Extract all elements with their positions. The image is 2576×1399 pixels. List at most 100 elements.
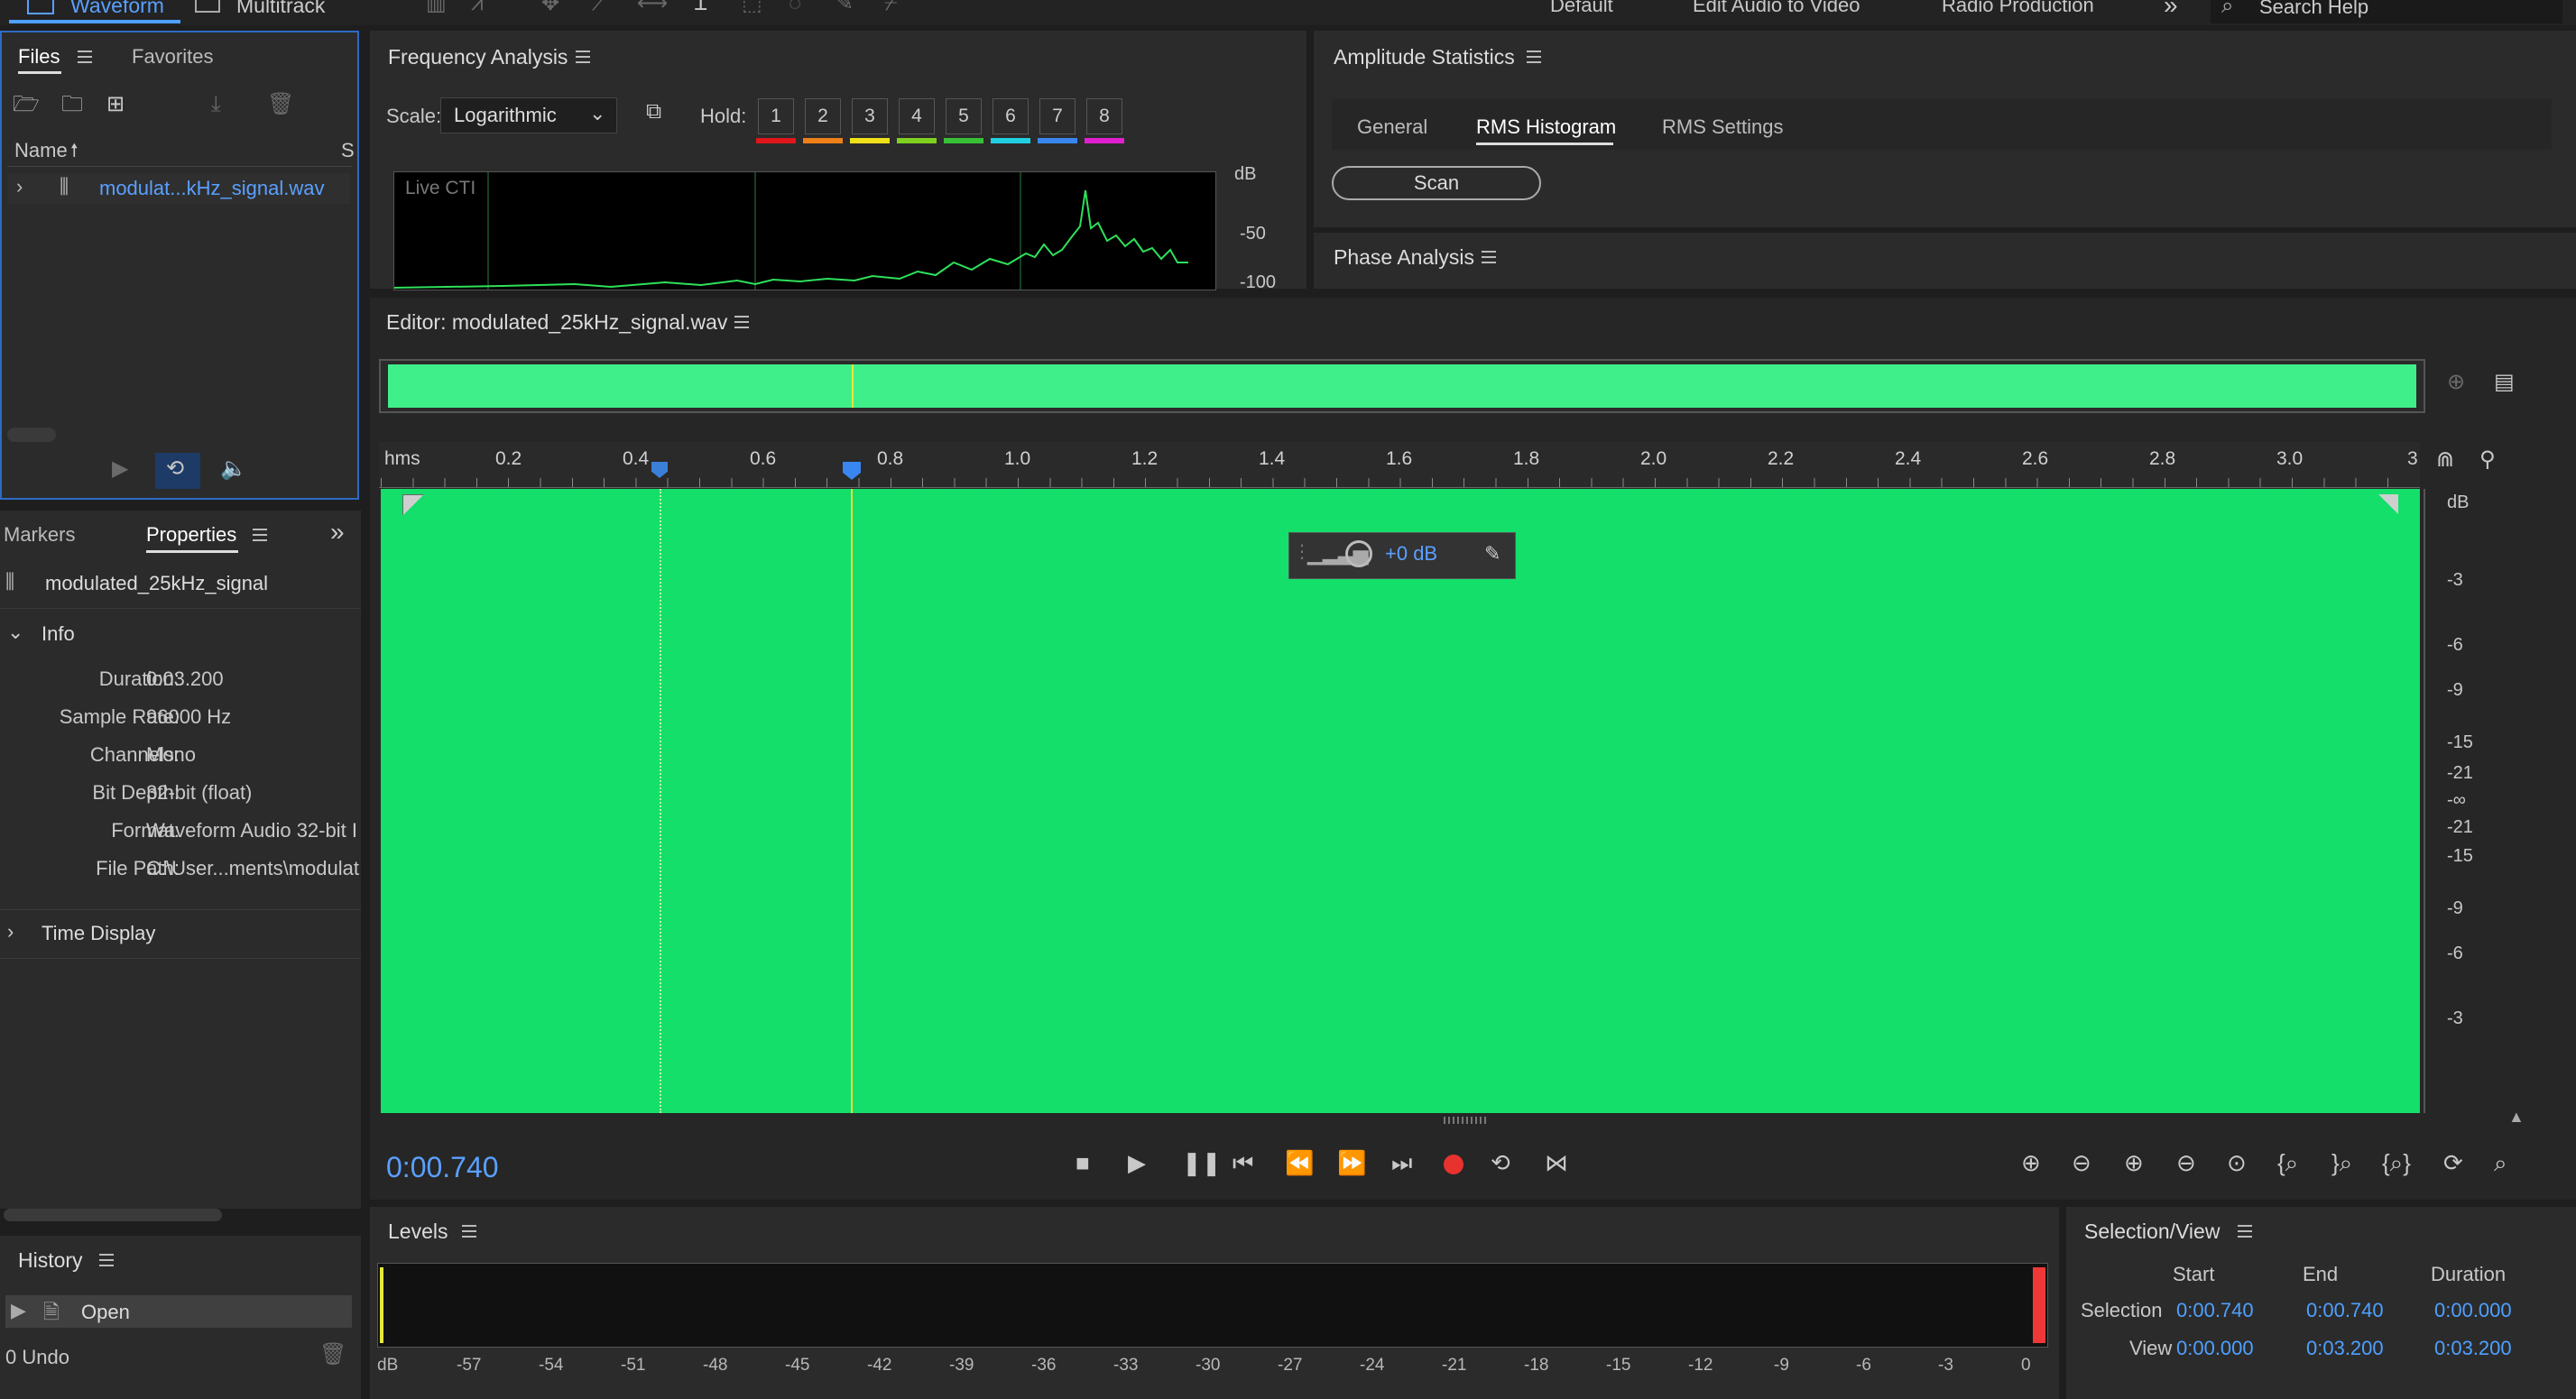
info-section-header[interactable]: Info bbox=[42, 622, 75, 646]
phase-panel-menu-icon[interactable] bbox=[1482, 251, 1496, 263]
scale-dropdown[interactable]: Logarithmic ⌄ bbox=[440, 97, 617, 133]
clip-indicator[interactable] bbox=[2033, 1267, 2045, 1343]
record-button[interactable] bbox=[1444, 1155, 1463, 1174]
skip-selection-button[interactable]: ⋈ bbox=[1545, 1149, 1568, 1177]
hud-gain-control[interactable]: ⋮ ▁▂▃▅ +0 dB ✎ bbox=[1288, 532, 1516, 579]
delete-file-icon[interactable]: 🗑 bbox=[267, 94, 294, 115]
slip-tool-icon[interactable]: ⟷ bbox=[637, 0, 668, 14]
view-end[interactable]: 0:03.200 bbox=[2306, 1337, 2384, 1360]
levels-panel-menu-icon[interactable] bbox=[462, 1225, 476, 1238]
fade-in-handle[interactable] bbox=[402, 494, 424, 516]
move-to-start-button[interactable]: ⏮ bbox=[1233, 1149, 1253, 1178]
view-duration[interactable]: 0:03.200 bbox=[2434, 1337, 2512, 1360]
zoom-to-selection-icon[interactable]: ⊕ bbox=[2447, 372, 2465, 393]
move-tool-icon[interactable]: ✥ bbox=[541, 0, 559, 14]
files-scrollbar[interactable] bbox=[7, 428, 56, 442]
spectrum-view-icon[interactable]: ▥ bbox=[426, 0, 447, 14]
snap-icon[interactable]: ⋒ bbox=[2436, 449, 2454, 471]
auto-play-speaker-icon[interactable]: 🔈 bbox=[220, 458, 247, 480]
more-workspaces-button[interactable]: » bbox=[2164, 0, 2178, 20]
zoom-in-time-icon[interactable]: ⊕ bbox=[2124, 1149, 2144, 1177]
loop-preview-button[interactable]: ⟲ bbox=[155, 453, 200, 489]
files-tab[interactable]: Files bbox=[18, 45, 60, 69]
stop-button[interactable]: ■ bbox=[1076, 1149, 1090, 1177]
editor-panel-menu-icon[interactable] bbox=[734, 316, 749, 328]
amplitude-panel-menu-icon[interactable] bbox=[1527, 51, 1541, 63]
zoom-in-amplitude-icon[interactable]: ⊕ bbox=[2021, 1149, 2041, 1177]
zoom-full-icon[interactable]: ⌕ bbox=[2494, 1149, 2507, 1178]
play-button[interactable]: ▶ bbox=[1128, 1149, 1146, 1177]
markers-tab[interactable]: Markers bbox=[4, 523, 75, 547]
expand-chevron-icon[interactable]: › bbox=[16, 175, 23, 198]
hud-pin-icon[interactable]: ✎ bbox=[1484, 542, 1500, 566]
current-time-display[interactable]: 0:00.740 bbox=[386, 1151, 499, 1184]
play-preview-icon[interactable]: ▶ bbox=[112, 458, 128, 480]
overview-visible-range[interactable] bbox=[388, 364, 2416, 408]
history-delete-icon[interactable]: 🗑 bbox=[319, 1344, 346, 1366]
pause-button[interactable]: ❚❚ bbox=[1182, 1149, 1222, 1177]
overview-bar[interactable] bbox=[379, 359, 2425, 413]
view-start[interactable]: 0:00.000 bbox=[2176, 1337, 2254, 1360]
scan-button[interactable]: Scan bbox=[1332, 166, 1541, 200]
razor-tool-icon[interactable]: ⟋ bbox=[592, 0, 607, 14]
import-file-icon[interactable]: 🗀 bbox=[61, 94, 83, 115]
multitrack-tab[interactable]: Multitrack bbox=[193, 0, 346, 23]
history-panel-menu-icon[interactable] bbox=[99, 1254, 114, 1266]
open-file-icon[interactable]: 🗁 bbox=[13, 94, 40, 115]
fast-forward-button[interactable]: ⏩ bbox=[1337, 1149, 1366, 1177]
hold-8-button[interactable]: 8 bbox=[1086, 98, 1122, 134]
spectrum-graph[interactable]: Live CTI bbox=[393, 171, 1216, 290]
zoom-reset-icon[interactable]: ⟳ bbox=[2443, 1149, 2463, 1177]
selection-view-menu-icon[interactable] bbox=[2238, 1225, 2252, 1238]
hold-6-button[interactable]: 6 bbox=[993, 98, 1029, 134]
brush-tool-icon[interactable]: ✎ bbox=[836, 0, 854, 14]
hold-4-button[interactable]: 4 bbox=[899, 98, 935, 134]
favorites-tab[interactable]: Favorites bbox=[132, 45, 213, 69]
move-to-end-button[interactable]: ⏭ bbox=[1391, 1149, 1412, 1178]
tab-general[interactable]: General bbox=[1357, 115, 1427, 139]
new-file-icon[interactable]: ⊞ bbox=[106, 94, 125, 115]
selection-start[interactable]: 0:00.740 bbox=[2176, 1299, 2254, 1322]
marker-pin-icon[interactable]: ⚲ bbox=[2479, 449, 2496, 471]
lasso-tool-icon[interactable]: ◌ bbox=[789, 0, 801, 14]
search-help-field[interactable]: ⌕ Search Help bbox=[2211, 0, 2562, 23]
insert-multitrack-icon[interactable]: ⤓ bbox=[211, 94, 221, 115]
scroll-up-icon[interactable]: ▲ bbox=[2508, 1108, 2525, 1127]
properties-scrollbar[interactable] bbox=[4, 1209, 222, 1221]
freeze-graph-icon[interactable]: ⧉ bbox=[646, 101, 661, 123]
marquee-tool-icon[interactable]: ⬚ bbox=[742, 0, 762, 14]
frequency-panel-menu-icon[interactable] bbox=[576, 51, 590, 63]
hud-gain-value[interactable]: +0 dB bbox=[1385, 542, 1437, 566]
loop-playback-button[interactable]: ⟲ bbox=[1491, 1149, 1510, 1177]
history-item[interactable]: ▶ 🗎 Open bbox=[5, 1295, 352, 1328]
zoom-in-left-icon[interactable]: {⌕ bbox=[2277, 1149, 2298, 1178]
workspace-default[interactable]: Default bbox=[1550, 0, 1613, 17]
file-list-item[interactable]: › ⫼ modulat...kHz_signal.wav bbox=[7, 173, 350, 204]
hold-2-button[interactable]: 2 bbox=[805, 98, 841, 134]
tab-rms-settings[interactable]: RMS Settings bbox=[1662, 115, 1784, 139]
workspace-edit-audio-to-video[interactable]: Edit Audio to Video bbox=[1693, 0, 1860, 17]
selection-duration[interactable]: 0:00.000 bbox=[2434, 1299, 2512, 1322]
vertical-scroll-grip[interactable] bbox=[1444, 1117, 1489, 1124]
zoom-to-selection-time-icon[interactable]: {⌕} bbox=[2382, 1149, 2411, 1178]
rewind-button[interactable]: ⏪ bbox=[1285, 1149, 1314, 1177]
hold-3-button[interactable]: 3 bbox=[852, 98, 888, 134]
hold-1-button[interactable]: 1 bbox=[758, 98, 794, 134]
waveform-display[interactable] bbox=[381, 489, 2420, 1113]
spectral-icon[interactable]: ⩘ bbox=[471, 0, 484, 14]
hold-5-button[interactable]: 5 bbox=[946, 98, 982, 134]
s-column-header[interactable]: S bbox=[341, 139, 355, 162]
editor-display-options-icon[interactable]: ▤ bbox=[2494, 372, 2515, 393]
properties-panel-menu-icon[interactable] bbox=[253, 529, 267, 541]
expand-panels-icon[interactable]: » bbox=[330, 518, 345, 547]
time-display-chevron-icon[interactable]: › bbox=[7, 920, 14, 943]
tab-rms-histogram[interactable]: RMS Histogram bbox=[1476, 115, 1616, 139]
hold-7-button[interactable]: 7 bbox=[1039, 98, 1076, 134]
zoom-out-amplitude-icon[interactable]: ⊖ bbox=[2072, 1149, 2091, 1177]
zoom-selection-icon[interactable]: ⊙ bbox=[2227, 1149, 2247, 1177]
volume-knob-icon[interactable] bbox=[1345, 540, 1372, 567]
properties-tab[interactable]: Properties bbox=[146, 523, 236, 547]
spot-heal-tool-icon[interactable]: ⌿ bbox=[884, 0, 897, 14]
zoom-out-time-icon[interactable]: ⊖ bbox=[2176, 1149, 2196, 1177]
files-panel-menu-icon[interactable] bbox=[78, 51, 92, 63]
